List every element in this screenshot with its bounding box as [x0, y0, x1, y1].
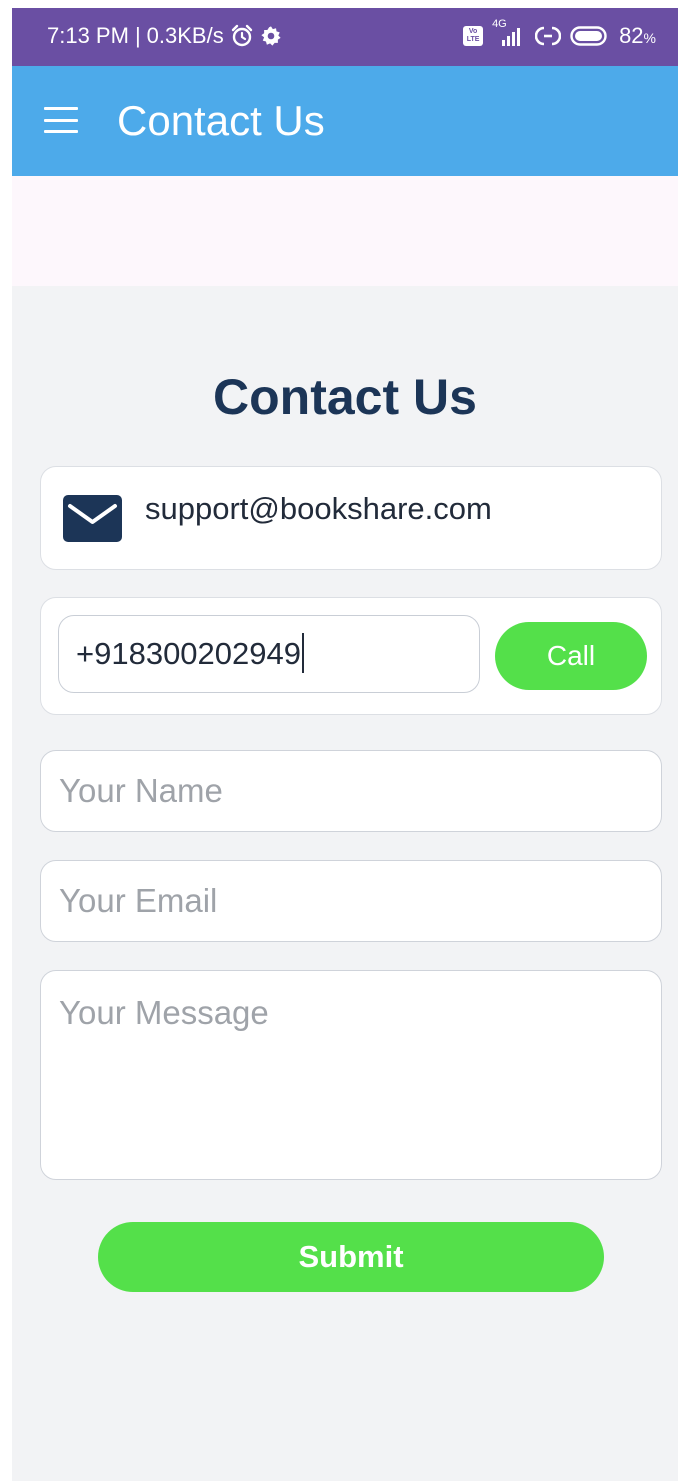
app-bar: Contact Us: [12, 66, 678, 176]
hotspot-icon: [535, 24, 562, 48]
name-placeholder: Your Name: [59, 772, 223, 809]
email-field[interactable]: Your Email: [40, 860, 662, 942]
page-heading: Contact Us: [213, 369, 477, 425]
banner-area: [12, 176, 678, 286]
battery-unit: %: [643, 30, 656, 46]
status-bar: 7:13 PM | 0.3KB/s Vo LTE 4G 82%: [12, 8, 678, 66]
volte-icon: Vo LTE: [463, 26, 484, 46]
hamburger-menu-icon[interactable]: [44, 107, 78, 133]
call-button[interactable]: Call: [495, 622, 647, 690]
alarm-icon: [230, 24, 254, 48]
text-cursor: [302, 632, 304, 673]
status-left: 7:13 PM | 0.3KB/s: [47, 23, 282, 49]
volte-bottom-label: LTE: [466, 36, 480, 43]
status-right: Vo LTE 4G 82%: [463, 18, 656, 49]
volte-top-label: Vo: [468, 28, 478, 35]
phone-number-value: +918300202949: [76, 636, 301, 671]
email-card: support@bookshare.com: [40, 466, 662, 570]
message-placeholder: Your Message: [59, 994, 269, 1031]
phone-number-input[interactable]: +918300202949: [58, 615, 480, 693]
message-field[interactable]: Your Message: [40, 970, 662, 1180]
app-screen: 7:13 PM | 0.3KB/s Vo LTE 4G 82% Contact …: [12, 8, 678, 1481]
name-field[interactable]: Your Name: [40, 750, 662, 832]
settings-gear-icon: [260, 25, 282, 47]
signal-icon: 4G: [492, 18, 526, 48]
mail-envelope-icon: [63, 495, 122, 542]
app-bar-title: Contact Us: [117, 97, 325, 144]
battery-percentage: 82%: [619, 23, 656, 49]
support-email[interactable]: support@bookshare.com: [145, 489, 492, 529]
battery-icon: [570, 25, 610, 47]
submit-button[interactable]: Submit: [98, 1222, 604, 1292]
phone-card: +918300202949 Call: [40, 597, 662, 715]
status-speed: 0.3KB/s: [146, 23, 224, 48]
email-placeholder: Your Email: [59, 882, 218, 919]
status-time: 7:13 PM: [47, 23, 129, 48]
status-separator: |: [134, 23, 141, 48]
battery-value: 82: [619, 23, 644, 48]
